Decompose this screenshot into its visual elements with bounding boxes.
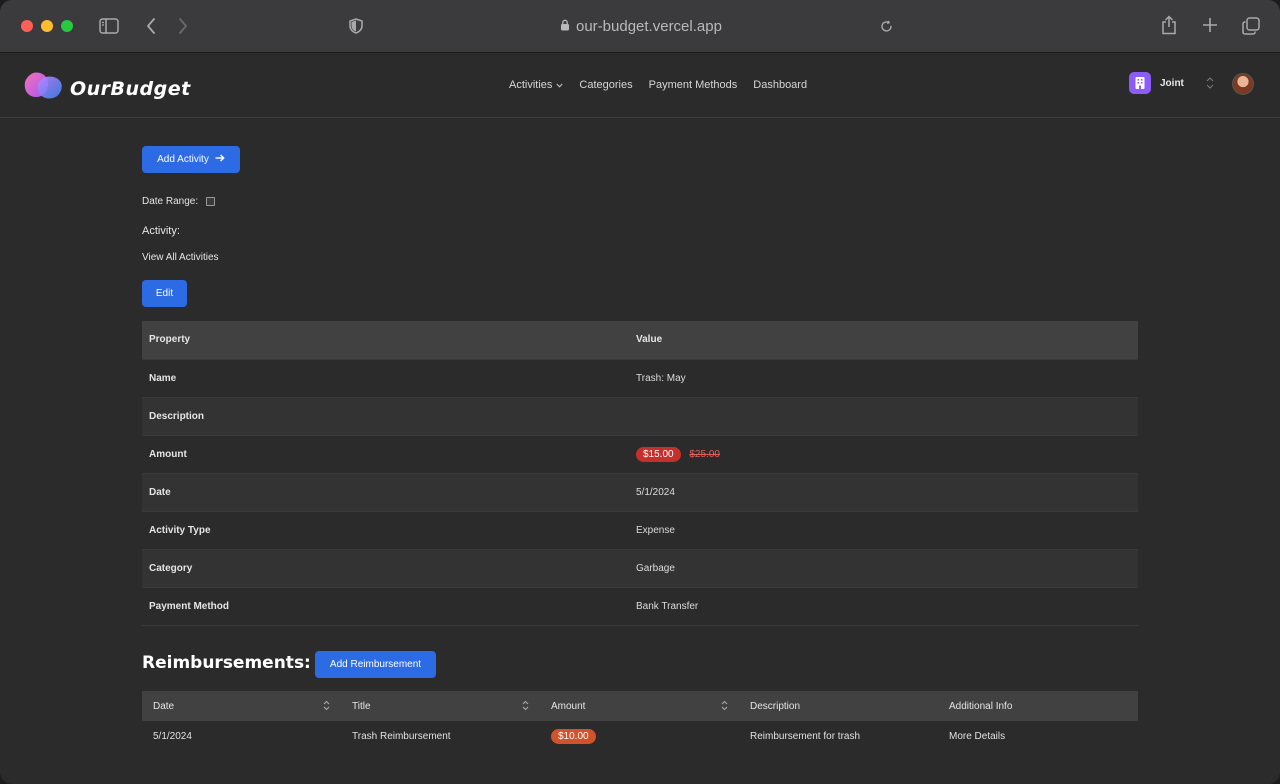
value-date: 5/1/2024: [636, 486, 675, 498]
forward-icon[interactable]: [176, 17, 190, 35]
app-header: OurBudget Activities Categories Payment …: [0, 53, 1280, 118]
property-amount: Amount: [149, 448, 187, 460]
reimbursement-title: Trash Reimbursement: [352, 730, 451, 742]
value-payment-method: Bank Transfer: [636, 600, 699, 612]
browser-toolbar: our-budget.vercel.app: [0, 0, 1280, 53]
nav-payment-methods[interactable]: Payment Methods: [649, 79, 738, 91]
table-row: Description: [142, 397, 1138, 435]
zoom-window-button[interactable]: [61, 20, 73, 32]
table-row: Name Trash: May: [142, 359, 1138, 397]
title-column-header[interactable]: Title: [341, 691, 540, 721]
new-tab-icon[interactable]: [1201, 16, 1219, 34]
reimbursements-table: Date Title Amount Description Additional…: [142, 691, 1138, 751]
table-header-row: Date Title Amount Description Additional…: [142, 691, 1138, 721]
amount-badge: $15.00: [636, 446, 681, 462]
chevron-down-icon: [556, 79, 564, 91]
user-avatar[interactable]: [1232, 73, 1254, 95]
reimbursement-amount-badge: $10.00: [551, 728, 596, 744]
table-row: Amount $15.00 $25.00: [142, 435, 1138, 473]
table-row: Activity Type Expense: [142, 511, 1138, 549]
property-date: Date: [149, 486, 171, 498]
date-range-label: Date Range:: [142, 196, 199, 207]
property-category: Category: [149, 562, 193, 574]
privacy-shield-icon[interactable]: [348, 17, 364, 35]
property-name: Name: [149, 372, 177, 384]
date-column-label: Date: [153, 700, 175, 712]
reload-icon[interactable]: [878, 18, 894, 34]
table-header-row: Property Value: [142, 321, 1138, 359]
date-range-toggle: Date Range:: [142, 196, 216, 207]
reimbursement-amount-cell: $10.00: [540, 721, 739, 751]
activity-details-table: Property Value Name Trash: May Descripti…: [142, 321, 1138, 626]
more-details-link[interactable]: More Details: [938, 721, 1138, 751]
view-all-activities-link[interactable]: View All Activities: [142, 252, 219, 263]
property-column-header: Property: [149, 334, 191, 346]
account-name: Joint: [1160, 77, 1184, 89]
table-row: Category Garbage: [142, 549, 1138, 587]
url-text: our-budget.vercel.app: [576, 17, 722, 35]
reimbursement-description: Reimbursement for trash: [750, 730, 861, 742]
original-amount: $25.00: [689, 448, 720, 460]
nav-activities[interactable]: Activities: [509, 79, 564, 91]
share-icon[interactable]: [1159, 14, 1179, 36]
amount-column-header[interactable]: Amount: [540, 691, 739, 721]
add-activity-button[interactable]: Add Activity: [142, 146, 240, 173]
description-column-header: Description: [750, 700, 801, 712]
logo[interactable]: OurBudget: [24, 71, 191, 106]
sort-icon: [721, 700, 728, 711]
value-activity-type: Expense: [636, 524, 675, 536]
logo-text: OurBudget: [70, 77, 191, 100]
table-row: Date 5/1/2024: [142, 473, 1138, 511]
reimbursements-heading: Reimbursements:: [142, 653, 311, 673]
value-name: Trash: May: [636, 372, 686, 384]
date-range-checkbox[interactable]: [206, 197, 216, 206]
nav-dashboard-label: Dashboard: [753, 79, 808, 91]
value-description: [629, 397, 1138, 435]
table-row: Payment Method Bank Transfer: [142, 587, 1138, 625]
nav-payment-methods-label: Payment Methods: [648, 79, 738, 91]
nav-categories[interactable]: Categories: [579, 79, 632, 91]
property-description: Description: [149, 410, 205, 422]
logo-icon: [24, 71, 64, 106]
arrow-right-icon: [215, 154, 225, 165]
nav-activities-label: Activities: [509, 79, 553, 91]
table-row: 5/1/2024 Trash Reimbursement $10.00 Reim…: [142, 721, 1138, 751]
additional-info-column-header: Additional Info: [949, 700, 1013, 712]
title-column-label: Title: [352, 700, 371, 712]
value-amount: $15.00 $25.00: [629, 435, 1138, 473]
address-bar[interactable]: our-budget.vercel.app: [560, 16, 722, 36]
add-activity-label: Add Activity: [157, 154, 209, 165]
nav-dashboard[interactable]: Dashboard: [753, 79, 807, 91]
amount-column-label: Amount: [551, 700, 586, 712]
reimbursement-date: 5/1/2024: [153, 730, 192, 742]
activity-label: Activity:: [142, 225, 180, 237]
account-switcher[interactable]: Joint: [1129, 72, 1214, 94]
add-reimbursement-button[interactable]: Add Reimbursement: [315, 651, 436, 678]
edit-button[interactable]: Edit: [142, 280, 187, 307]
sort-icon: [323, 700, 330, 711]
main-nav: Activities Categories Payment Methods Da…: [509, 79, 807, 91]
chevron-up-down-icon: [1206, 77, 1214, 89]
lock-icon: [560, 18, 570, 35]
property-activity-type: Activity Type: [149, 524, 211, 536]
browser-window: our-budget.vercel.app OurBudget Activiti…: [0, 0, 1280, 784]
tab-overview-icon[interactable]: [1241, 16, 1261, 36]
value-category: Garbage: [636, 562, 675, 574]
value-column-header: Value: [636, 334, 663, 346]
back-icon[interactable]: [144, 17, 158, 35]
sidebar-toggle-icon[interactable]: [98, 17, 120, 35]
date-column-header[interactable]: Date: [142, 691, 341, 721]
minimize-window-button[interactable]: [41, 20, 53, 32]
sort-icon: [522, 700, 529, 711]
building-icon: [1129, 72, 1151, 94]
property-payment-method: Payment Method: [149, 600, 230, 612]
nav-categories-label: Categories: [579, 79, 633, 91]
close-window-button[interactable]: [21, 20, 33, 32]
